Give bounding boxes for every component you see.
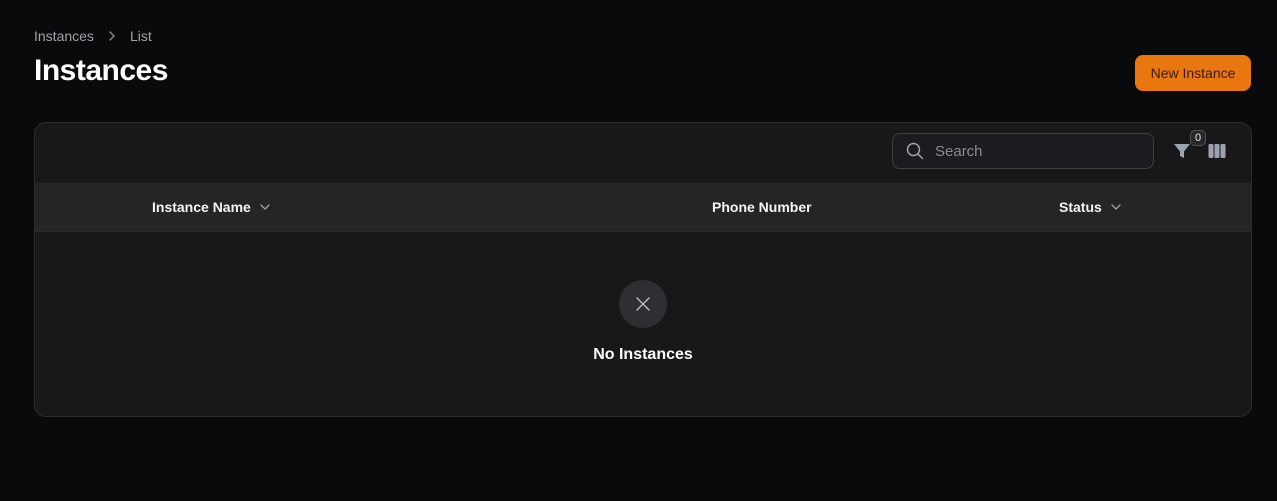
column-header-status[interactable]: Status	[1059, 183, 1122, 231]
column-header-label: Phone Number	[712, 199, 812, 215]
breadcrumb: Instances List	[34, 28, 152, 44]
breadcrumb-item-list: List	[129, 28, 152, 44]
x-icon	[619, 280, 667, 328]
column-header-instance-name[interactable]: Instance Name	[152, 183, 271, 231]
search-input[interactable]	[933, 141, 1137, 161]
columns-icon	[1208, 143, 1226, 164]
page: Instances List Instances New Instance 0	[0, 0, 1277, 501]
chevron-down-icon	[1110, 201, 1122, 213]
chevron-right-icon	[107, 31, 117, 41]
search-icon	[905, 141, 925, 161]
columns-toggle-button[interactable]	[1206, 142, 1228, 164]
search-field[interactable]	[892, 133, 1154, 169]
breadcrumb-item-instances[interactable]: Instances	[34, 28, 94, 44]
empty-state: No Instances	[35, 231, 1251, 416]
page-title: Instances	[34, 54, 168, 87]
chevron-down-icon	[259, 201, 271, 213]
filter-button[interactable]	[1170, 141, 1194, 165]
instances-table-panel: 0 Instance Name Phone Number Status	[34, 122, 1252, 417]
filter-count-badge: 0	[1190, 130, 1206, 146]
column-header-phone-number: Phone Number	[712, 183, 812, 231]
column-header-label: Status	[1059, 199, 1102, 215]
filter-icon	[1173, 142, 1191, 165]
empty-state-message: No Instances	[593, 346, 693, 363]
column-header-label: Instance Name	[152, 199, 251, 215]
table-header-row: Instance Name Phone Number Status	[35, 183, 1251, 232]
table-toolbar: 0	[35, 123, 1251, 184]
new-instance-button[interactable]: New Instance	[1135, 55, 1251, 91]
